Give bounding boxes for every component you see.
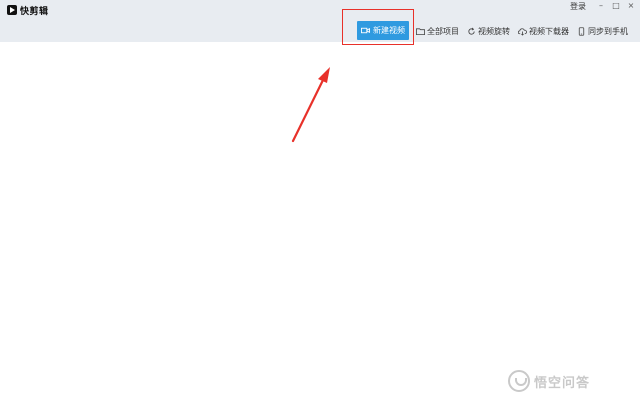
login-link[interactable]: 登录 xyxy=(570,1,586,12)
app-name: 快剪辑 xyxy=(20,6,49,17)
app-logo: 快剪辑 xyxy=(7,4,49,17)
all-projects-label: 全部项目 xyxy=(427,26,459,36)
annotation-arrow xyxy=(291,67,330,143)
video-downloader-label: 视频下载器 xyxy=(529,26,569,36)
video-camera-icon xyxy=(361,27,370,34)
minimize-button[interactable]: – xyxy=(596,1,606,10)
all-projects-button[interactable]: 全部项目 xyxy=(416,22,459,40)
title-bar: 快剪辑 登录 – □ × 新建视频 全部项目 视频旋转 视频下载器 同步到手机 xyxy=(0,0,640,42)
video-rotate-button[interactable]: 视频旋转 xyxy=(467,22,510,40)
sync-to-phone-label: 同步到手机 xyxy=(588,26,628,36)
watermark: 悟空问答 xyxy=(508,370,590,392)
video-downloader-button[interactable]: 视频下载器 xyxy=(518,22,569,40)
cloud-download-icon xyxy=(518,27,527,36)
sync-to-phone-button[interactable]: 同步到手机 xyxy=(577,22,628,40)
phone-icon xyxy=(578,26,585,36)
app-logo-icon xyxy=(7,5,17,15)
close-button[interactable]: × xyxy=(626,1,636,10)
video-rotate-label: 视频旋转 xyxy=(478,26,510,36)
new-video-button[interactable]: 新建视频 xyxy=(357,21,409,40)
watermark-text: 悟空问答 xyxy=(534,375,591,391)
rotate-icon xyxy=(468,27,475,35)
folder-icon xyxy=(416,27,425,35)
maximize-button[interactable]: □ xyxy=(611,1,621,10)
wukong-logo-icon xyxy=(508,370,530,392)
new-video-label: 新建视频 xyxy=(373,26,405,35)
